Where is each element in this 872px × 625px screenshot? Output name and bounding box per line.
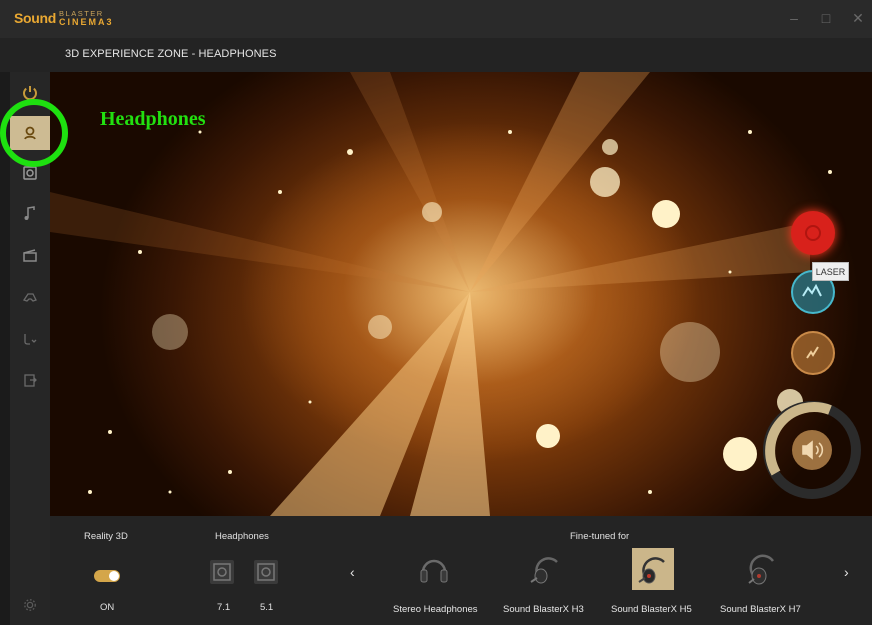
device-name-h7: Sound BlasterX H7	[720, 604, 801, 615]
volume-dial[interactable]	[760, 398, 864, 502]
sidebar-item-voice[interactable]	[10, 322, 50, 356]
speaker-icon	[23, 166, 37, 180]
device-name-h5: Sound BlasterX H5	[611, 604, 692, 615]
speaker-5-1-button[interactable]	[254, 560, 278, 584]
fine-tuned-label: Fine-tuned for	[570, 531, 630, 542]
title-bar: Sound BLASTER CINEMA3 – □ ✕	[0, 0, 872, 38]
close-button[interactable]: ✕	[852, 10, 864, 27]
device-name-h3: Sound BlasterX H3	[503, 604, 584, 615]
app-logo: Sound BLASTER CINEMA3	[14, 10, 114, 27]
speaker-5-1-label: 5.1	[260, 602, 274, 613]
gamepad-icon	[22, 293, 37, 302]
annotation-headphones-label: Headphones	[100, 108, 206, 130]
sidebar-item-settings[interactable]	[10, 588, 50, 622]
headphones-section-label: Headphones	[215, 531, 269, 542]
minimize-button[interactable]: –	[788, 10, 800, 27]
settings-icon	[24, 599, 36, 611]
device-name-stereo: Stereo Headphones	[393, 604, 478, 615]
toggle-knob	[109, 571, 119, 581]
page-title: 3D EXPERIENCE ZONE - HEADPHONES	[65, 48, 277, 60]
device-blasterx-h7[interactable]	[742, 548, 784, 590]
speaker-grid-icon	[257, 563, 275, 581]
ring-mode-icon	[805, 225, 821, 241]
starfield-background	[50, 72, 832, 516]
logo-sound-text: Sound	[14, 10, 57, 26]
headset-h3-icon	[530, 557, 558, 584]
experience-stage	[50, 72, 872, 516]
headphones-icon	[420, 559, 448, 583]
device-blasterx-h3[interactable]	[525, 548, 567, 590]
headset-h7-icon	[748, 554, 775, 585]
annotation-highlight-ring	[0, 99, 68, 167]
reality3d-label: Reality 3D	[84, 531, 128, 542]
next-arrow-icon[interactable]: ›	[844, 564, 849, 580]
sidebar-item-movie[interactable]	[10, 238, 50, 272]
device-stereo-headphones[interactable]	[413, 548, 455, 590]
lightning-icon	[806, 346, 819, 359]
lightning-mode-button[interactable]	[791, 331, 835, 375]
speaker-grid-icon	[213, 563, 231, 581]
music-note-icon	[24, 206, 35, 220]
sidebar-item-game[interactable]	[10, 280, 50, 314]
voice-icon	[24, 334, 37, 345]
export-icon	[24, 374, 37, 387]
speaker-7-1-label: 7.1	[217, 602, 231, 613]
maximize-button[interactable]: □	[820, 10, 832, 27]
red-mode-button[interactable]	[791, 211, 835, 255]
prev-arrow-icon[interactable]: ‹	[350, 564, 355, 580]
reality3d-toggle[interactable]	[94, 570, 120, 582]
laser-tooltip: LASER	[812, 262, 849, 281]
page-header: 3D EXPERIENCE ZONE - HEADPHONES	[0, 38, 872, 72]
logo-cinema-text: CINEMA3	[59, 17, 114, 27]
laser-icon	[802, 283, 822, 297]
clapperboard-icon	[23, 249, 37, 262]
speaker-7-1-button[interactable]	[210, 560, 234, 584]
headset-h5-icon	[638, 557, 665, 584]
bottom-controls: Reality 3D ON Headphones 7.1 5.1 Fine-tu…	[50, 516, 872, 625]
sidebar-item-music[interactable]	[10, 196, 50, 230]
reality3d-state: ON	[100, 602, 115, 613]
sidebar-item-export[interactable]	[10, 364, 50, 398]
device-blasterx-h5[interactable]	[632, 548, 674, 590]
